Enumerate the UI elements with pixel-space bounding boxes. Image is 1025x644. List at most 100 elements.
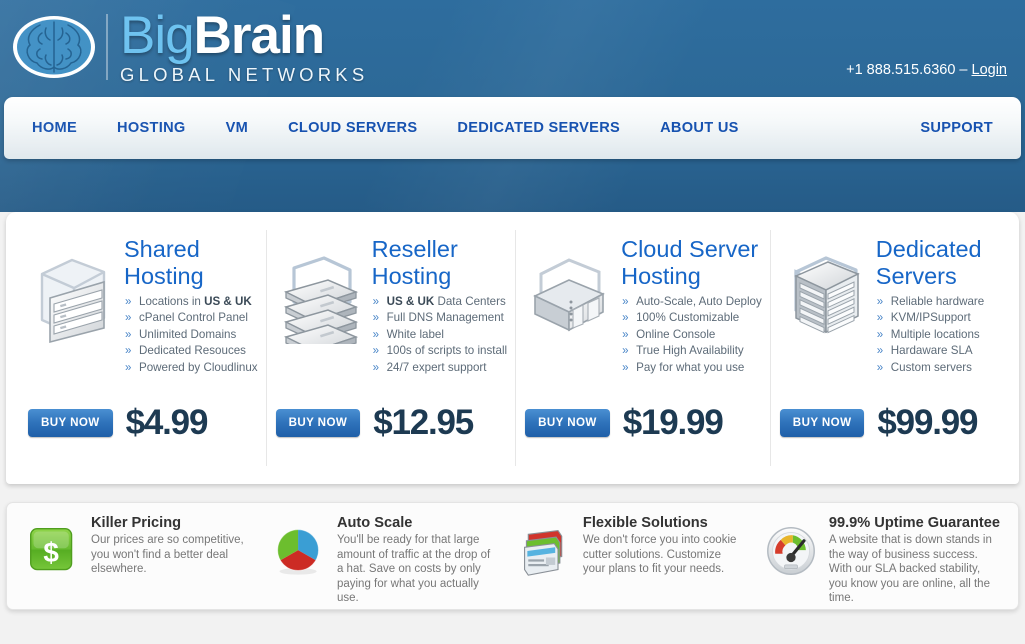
plan-feature-item: 100s of scripts to install (372, 343, 508, 360)
site-header: BigBrain GLOBAL NETWORKS +1 888.515.6360… (0, 0, 1025, 212)
plan-title-line1: Dedicated (875, 236, 982, 262)
pricing-card-body: DedicatedServers Reliable hardware KVM/IPS… (868, 236, 999, 376)
plan-feature-item: US & UK Data Centers (372, 294, 508, 311)
buy-now-button[interactable]: BUY NOW (275, 409, 361, 437)
benefits-panel: $ Killer Pricing Our prices are so competi… (6, 502, 1019, 610)
plan-title-line1: Cloud Server (621, 236, 759, 262)
plan-feature-list: Locations in US & UKcPanel Control Panel… (124, 294, 258, 376)
plan-feature-item: 100% Customizable (621, 310, 762, 327)
pricing-plans-panel: SharedHostingLocations in US & UKcPanel … (6, 212, 1019, 484)
main-navigation: HOME HOSTING VM CLOUD SERVERS DEDICATED SERV… (4, 97, 1021, 159)
plan-feature-item: Hardaware SLA (876, 343, 999, 360)
brain-icon (13, 16, 95, 78)
buy-now-button[interactable]: BUY NOW (779, 409, 865, 437)
feature-text-bold: US & UK (386, 295, 435, 308)
benefit-title: 99.9% Uptime Guarantee (828, 515, 1000, 531)
pricing-card-top: ResellerHosting US & UK Data CentersFull… (276, 236, 508, 376)
plan-icon-wrap (525, 236, 613, 376)
feature-text-pre: Powered by Cloudlinux (139, 360, 258, 374)
feature-text-pre: Online Console (636, 327, 716, 341)
plan-feature-list: Auto-Scale, Auto Deploy 100% Customizable… (621, 294, 762, 376)
logo-word-big: Big (120, 5, 195, 65)
nav-item-about-us[interactable]: ABOUT US (658, 116, 741, 140)
cloud-server-icon (533, 258, 605, 332)
pricing-card-body: Cloud ServerHosting Auto-Scale, Auto Depl… (613, 236, 762, 376)
plan-feature-item: cPanel Control Panel (124, 310, 258, 327)
header-contact: +1 888.515.6360 – Login (846, 62, 1007, 78)
plan-title: Shared Hosting (124, 236, 258, 290)
reseller-stack-icon (283, 256, 358, 358)
benefit-text-wrap: Killer Pricing Our prices are so competit… (83, 515, 251, 597)
benefit-description: You'll be ready for that large amount of… (336, 534, 491, 605)
plan-feature-list: US & UK Data CentersFull DNS Management W… (372, 294, 508, 376)
benefit-title: Flexible Solutions (582, 515, 708, 531)
nav-item-support[interactable]: SUPPORT (918, 116, 995, 140)
benefit-icon-wrap (519, 515, 575, 597)
plan-feature-item: Full DNS Management (372, 310, 508, 327)
nav-item-vm[interactable]: VM (224, 116, 251, 140)
buy-now-button[interactable]: BUY NOW (525, 409, 610, 437)
nav-left-group: HOME HOSTING VM CLOUD SERVERS DEDICATED SERV… (30, 116, 741, 140)
plan-feature-item: KVM/IPSupport (876, 310, 999, 327)
feature-text-pre: 100% Customizable (636, 311, 740, 325)
plan-feature-item: Auto-Scale, Auto Deploy (621, 294, 762, 311)
plan-feature-item: Reliable hardware (876, 294, 999, 311)
pricing-card-top: SharedHostingLocations in US & UKcPanel … (28, 236, 258, 376)
plan-title-line2: Hosting (124, 263, 204, 289)
feature-text-pre: White label (386, 327, 444, 341)
nav-item-hosting[interactable]: HOSTING (115, 116, 188, 140)
page-root: BigBrain GLOBAL NETWORKS +1 888.515.6360… (0, 0, 1025, 644)
logo[interactable]: BigBrain GLOBAL NETWORKS (10, 6, 368, 88)
pricing-card: SharedHostingLocations in US & UKcPanel … (18, 226, 266, 474)
plan-icon-wrap (780, 236, 868, 376)
nav-item-cloud-servers[interactable]: CLOUD SERVERS (286, 116, 419, 140)
svg-text:$: $ (43, 537, 59, 568)
plan-feature-item: Powered by Cloudlinux (124, 360, 258, 377)
plan-feature-item: 24/7 expert support (372, 360, 508, 377)
login-link[interactable]: Login (972, 62, 1007, 78)
benefit-text-wrap: 99.9% Uptime Guarantee A website that is … (821, 515, 1000, 604)
logo-text: BigBrain GLOBAL NETWORKS (120, 9, 369, 86)
pricing-card-top: Cloud ServerHosting Auto-Scale, Auto Depl… (525, 236, 762, 376)
logo-tagline: GLOBAL NETWORKS (120, 63, 369, 85)
windows-stack-icon (523, 529, 563, 576)
plan-feature-item: Pay for what you use (621, 360, 762, 377)
dedicated-rack-icon (793, 256, 860, 334)
benefit-description: A website that is down stands in the way… (828, 534, 992, 605)
contact-separator: – (955, 62, 972, 78)
feature-text-pre: Full DNS Management (386, 311, 504, 325)
plan-price: $12.95 (373, 403, 474, 442)
feature-text-bold: US & UK (204, 295, 252, 308)
plan-title-line2: Hosting (621, 263, 701, 289)
plan-feature-item: Online Console (621, 327, 762, 344)
nav-item-home[interactable]: HOME (30, 116, 79, 140)
feature-text-pre: True High Availability (636, 344, 744, 358)
feature-text-pre: 100s of scripts to install (386, 344, 508, 358)
plan-feature-list: Reliable hardware KVM/IPSupport Multiple l… (876, 294, 999, 376)
plan-price: $4.99 (125, 403, 209, 442)
plan-price: $19.99 (622, 403, 724, 442)
feature-text-pre: Hardaware SLA (890, 344, 973, 358)
pricing-card-body: ResellerHosting US & UK Data CentersFull… (364, 236, 508, 376)
plan-feature-item: Locations in US & UK (124, 294, 258, 311)
feature-text-pre: Dedicated Resouces (139, 344, 246, 358)
buy-now-button[interactable]: BUY NOW (28, 409, 113, 437)
plan-feature-item: Custom servers (876, 360, 999, 377)
logo-word-brain: Brain (193, 5, 325, 65)
benefit-description: Our prices are so competitive, you won't… (91, 534, 244, 576)
feature-text-pre: Multiple locations (890, 327, 980, 341)
benefit-title: Killer Pricing (91, 515, 182, 531)
pricing-card-body: SharedHostingLocations in US & UKcPanel … (116, 236, 258, 376)
plan-title-line1: Shared (124, 236, 200, 262)
feature-text-pre: Reliable hardware (890, 295, 985, 308)
plan-icon-wrap (276, 236, 364, 376)
phone-number: +1 888.515.6360 (846, 62, 956, 78)
plan-title: Dedicated Servers (876, 236, 999, 290)
plan-purchase-row: BUY NOW $12.95 (275, 403, 508, 474)
plan-purchase-row: BUY NOW $99.99 (779, 405, 999, 474)
benefit-item: Flexible Solutions We don't force you int… (507, 515, 753, 597)
benefit-item: $ Killer Pricing Our prices are so competi… (15, 515, 261, 597)
pricing-card: Cloud ServerHosting Auto-Scale, Auto Depl… (515, 226, 770, 474)
nav-item-dedicated-servers[interactable]: DEDICATED SERVERS (455, 116, 622, 140)
plan-icon-wrap (28, 236, 116, 376)
